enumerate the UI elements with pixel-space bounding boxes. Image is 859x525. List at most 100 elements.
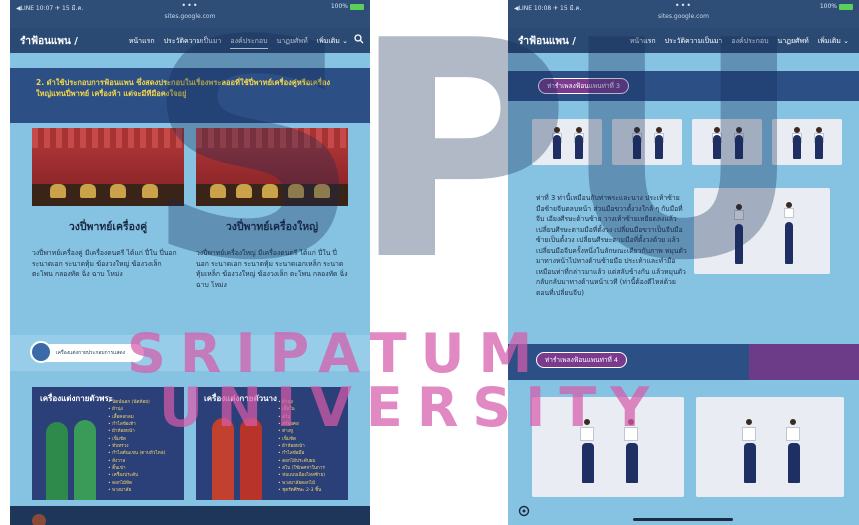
step4-photo-2 bbox=[696, 397, 844, 497]
instrument bbox=[142, 184, 158, 198]
battery-icon bbox=[839, 3, 853, 10]
nav-item-history[interactable]: ประวัติความเป็นมา bbox=[164, 36, 222, 49]
costume-item-female: • สไบ (ใช้เพศจ่าในการ bbox=[278, 466, 325, 472]
site-nav: รำฟ้อนแพน / หน้าแรก ประวัติความเป็นมา อง… bbox=[10, 28, 370, 53]
ensemble-photo-1 bbox=[32, 128, 184, 206]
nav-item-terms[interactable]: นาฏยศัพท์ bbox=[277, 36, 308, 49]
status-time: ◀LINE 10:07 ✈ 15 มี.ค. bbox=[16, 5, 84, 12]
url-bar[interactable]: sites.google.com bbox=[658, 13, 709, 20]
battery-indicator: 100% bbox=[331, 3, 364, 10]
costume-list-female: • ผ้านุ่ง • เสื้อใน • สไบ • สร้อยคอ • ต่างหู… bbox=[278, 399, 325, 494]
step3-photo-1 bbox=[532, 119, 602, 165]
costume-list-male: • นัดน์นอก (นัดห้อย) • ผ้านุ่ง • เสื้อคอกล… bbox=[108, 399, 165, 494]
step3-description: ท่าที่ 3 ท่านี้เหมือนกับท่าพระและนาง ประ… bbox=[536, 194, 687, 297]
nav-item-terms[interactable]: นาฏยศัพท์ bbox=[778, 36, 809, 47]
dancer-head bbox=[746, 419, 752, 425]
costume-item-female: • ต่างหู bbox=[278, 429, 294, 435]
dancer bbox=[793, 135, 801, 159]
nav-menu: หน้าแรก ประวัติความเป็นมา องค์ประกอบ นาฏ… bbox=[129, 36, 348, 49]
costume-item-male: • สังวาล bbox=[108, 458, 126, 464]
female-costume-figure bbox=[240, 418, 262, 500]
dancer-shirt bbox=[742, 427, 756, 441]
nav-item-home[interactable]: หน้าแรก bbox=[630, 36, 656, 47]
tab-dots[interactable]: ••• bbox=[181, 1, 198, 10]
costume-item-male: • เสื้อคอกลม bbox=[108, 414, 134, 420]
tab-dots[interactable]: ••• bbox=[675, 1, 692, 10]
male-costume-figure bbox=[46, 422, 68, 500]
costume-item-male: • พวงมาลัย bbox=[108, 488, 132, 494]
right-tablet-page: ◀LINE 10:08 ✈ 15 มี.ค. ••• sites.google.… bbox=[508, 0, 859, 525]
nav-item-components[interactable]: องค์ประกอบ bbox=[731, 36, 768, 47]
costume-title-female: เครื่องแต่งกายตัวนาง bbox=[204, 394, 277, 403]
dancer bbox=[582, 443, 594, 483]
nav-item-home[interactable]: หน้าแรก bbox=[129, 36, 155, 49]
site-title[interactable]: รำฟ้อนแพน / bbox=[20, 34, 78, 49]
instrument bbox=[236, 184, 252, 198]
dancer bbox=[626, 443, 638, 483]
costume-item-female: • ห่มแบบเฉียงไหล่ซ้าย) bbox=[278, 473, 325, 479]
dancer-head bbox=[628, 419, 634, 425]
status-bar: ◀LINE 10:07 ✈ 15 มี.ค. ••• sites.google.… bbox=[10, 0, 370, 28]
costume-title-male: เครื่องแต่งกายตัวพระ bbox=[40, 394, 113, 403]
costume-item-male: • ผ้าห้อยหน้า bbox=[108, 429, 135, 435]
footer-avatar bbox=[32, 514, 46, 525]
site-title[interactable]: รำฟ้อนแพน / bbox=[518, 34, 576, 49]
battery-level: 100% bbox=[819, 3, 837, 10]
dancer bbox=[735, 224, 743, 264]
nav-item-components[interactable]: องค์ประกอบ bbox=[230, 36, 268, 49]
url-bar[interactable]: sites.google.com bbox=[165, 13, 216, 20]
step3-photo-4 bbox=[772, 119, 842, 165]
costume-item-male: • ทับทรวง bbox=[108, 444, 129, 450]
dancer-head bbox=[584, 419, 590, 425]
search-icon[interactable] bbox=[354, 34, 364, 44]
costume-item-female: • สไบ bbox=[278, 414, 291, 420]
nav-item-history[interactable]: ประวัติความเป็นมา bbox=[665, 36, 723, 47]
screenshot-composite: ◀LINE 10:07 ✈ 15 มี.ค. ••• sites.google.… bbox=[0, 0, 859, 525]
instrument bbox=[110, 184, 126, 198]
costume-item-male: • กำไลต้นแขน (ตาบหัวไหล่) bbox=[108, 451, 166, 457]
curtain bbox=[32, 128, 184, 148]
costume-item-male: • นัดน์นอก (นัดห้อย) bbox=[108, 400, 150, 405]
site-nav: รำฟ้อนแพน / หน้าแรก ประวัติความเป็นมา อง… bbox=[508, 28, 859, 53]
dancer-shirt bbox=[624, 427, 638, 441]
costume-item-female: • พวงมาลัยดอกไม้ bbox=[278, 480, 315, 486]
dancer bbox=[713, 135, 721, 159]
costume-card-male: เครื่องแต่งกายตัวพระ • นัดน์นอก (นัดห้อย… bbox=[32, 387, 184, 500]
instrument bbox=[262, 184, 278, 198]
dancer-shirt bbox=[580, 427, 594, 441]
step4-photo-1 bbox=[532, 397, 684, 497]
ensemble-title-2: วงปี่พาทย์เครื่องใหญ่ bbox=[225, 221, 319, 233]
costume-item-female: • ชุดรัดศีรษะ 2-3 ชิ้น bbox=[278, 488, 322, 494]
dancer bbox=[785, 222, 793, 264]
instrument bbox=[210, 184, 226, 198]
left-tablet-page: ◀LINE 10:07 ✈ 15 มี.ค. ••• sites.google.… bbox=[10, 0, 370, 525]
costume-item-female: • สร้อยคอ bbox=[278, 422, 299, 428]
costume-pill-icon bbox=[30, 341, 52, 363]
battery-level: 100% bbox=[330, 3, 348, 10]
section-text: 2. ดำใช้ประกอบการฟ้อนแพน ซึ่งสดงประกอบใน… bbox=[36, 78, 331, 98]
instrument bbox=[288, 184, 304, 198]
step3-detail-photo bbox=[694, 188, 830, 274]
female-costume-figure bbox=[212, 418, 234, 500]
dancer bbox=[633, 135, 641, 159]
nav-item-more[interactable]: เพิ่มเติม ⌄ bbox=[818, 36, 849, 47]
nav-item-more[interactable]: เพิ่มเติม ⌄ bbox=[317, 36, 348, 49]
ensemble-title-1: วงปี่พาทย์เครื่องคู่ bbox=[68, 221, 148, 233]
dancer bbox=[655, 135, 663, 159]
step4-label: ท่ารำเพลงฟ้อนแพนท่าที่ 4 bbox=[536, 352, 628, 368]
dancer bbox=[735, 135, 743, 159]
costume-item-male: • เครื่องประดับ bbox=[108, 473, 139, 479]
costume-item-male: • ผ้านุ่ง bbox=[108, 407, 123, 413]
costume-item-female: • ผ้านุ่ง bbox=[278, 400, 293, 405]
dancer bbox=[744, 443, 756, 483]
settings-icon[interactable] bbox=[518, 505, 530, 517]
status-bar: ◀LINE 10:08 ✈ 15 มี.ค. ••• sites.google.… bbox=[508, 0, 859, 28]
curtain bbox=[196, 128, 348, 148]
costume-item-female: • เสื้อใน bbox=[278, 407, 295, 413]
dancer bbox=[815, 135, 823, 159]
costume-pill-label: เครื่องแต่งกายประกอบการแสดง bbox=[56, 350, 126, 356]
costume-item-male: • เข็มขัด bbox=[108, 436, 127, 442]
instrument bbox=[50, 184, 66, 198]
costume-item-female: • กำไลข้อมือ bbox=[278, 451, 305, 457]
instrument bbox=[80, 184, 96, 198]
